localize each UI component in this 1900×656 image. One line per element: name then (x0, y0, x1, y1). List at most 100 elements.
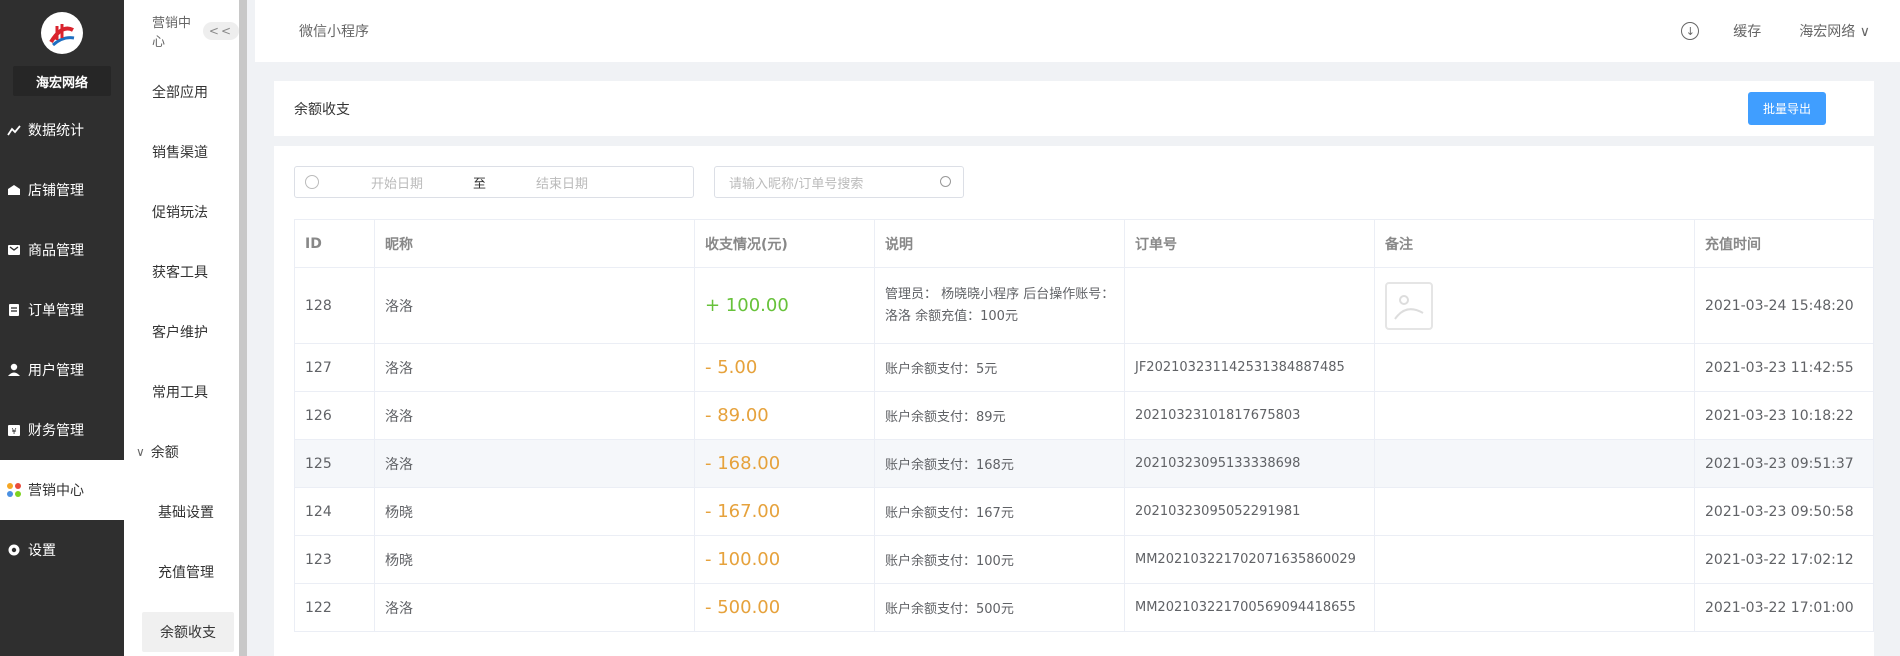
cell-amount: - 167.00 (694, 487, 875, 536)
date-separator: 至 (473, 176, 487, 192)
col-id: ID (294, 219, 375, 268)
cell-amount: + 100.00 (694, 267, 875, 344)
cell-id: 122 (294, 583, 375, 632)
goods-icon (6, 242, 22, 258)
search-placeholder: 请输入昵称/订单号搜索 (729, 176, 864, 192)
cell-id: 125 (294, 439, 375, 488)
nav-item-settings[interactable]: 设置 (0, 520, 124, 580)
nav-label: 订单管理 (28, 303, 84, 319)
nav-label: 设置 (28, 543, 56, 559)
cell-id: 124 (294, 487, 375, 536)
nav-label: 用户管理 (28, 363, 84, 379)
panel-title: 余额收支 (294, 101, 350, 118)
subbar-child-label: 充值管理 (158, 565, 214, 581)
subbar-child-label: 基础设置 (158, 505, 214, 521)
end-date-input[interactable]: 结束日期 (536, 173, 588, 192)
cell-amount: - 5.00 (694, 343, 875, 392)
search-input[interactable]: 请输入昵称/订单号搜索 (714, 166, 964, 198)
cell-amount: - 89.00 (694, 391, 875, 440)
amount-value: - 89.00 (705, 405, 769, 426)
nav-label: 数据统计 (28, 123, 84, 139)
nav-label: 财务管理 (28, 423, 84, 439)
cell-remark (1374, 343, 1695, 392)
cell-time: 2021-03-24 15:48:20 (1694, 267, 1874, 344)
main-sidebar: 海宏网络 数据统计 店铺管理 商品管理 订单管理 用户管理 ¥ 财务管理 营销中… (0, 0, 124, 656)
settings-icon (6, 542, 22, 558)
order-icon (6, 302, 22, 318)
subbar-item-promotion[interactable]: 促销玩法 (124, 182, 239, 242)
amount-value: - 167.00 (705, 501, 781, 522)
subbar-child-basic-settings[interactable]: 基础设置 (124, 482, 239, 542)
nav-label: 店铺管理 (28, 183, 84, 199)
cell-amount: - 168.00 (694, 439, 875, 488)
cell-order: MM20210322170207163586​0029 (1124, 535, 1375, 584)
cell-time: 2021-03-22 17:02:12 (1694, 535, 1874, 584)
subbar-item-acquisition[interactable]: 获客工具 (124, 242, 239, 302)
header-title[interactable]: 微信小程序 (299, 21, 369, 41)
cell-remark (1374, 535, 1695, 584)
cell-order: 20210323101817675803 (1124, 391, 1375, 440)
cell-order: JF20210323114253138488​7485 (1124, 343, 1375, 392)
nav-item-order[interactable]: 订单管理 (0, 280, 124, 340)
nav-item-user[interactable]: 用户管理 (0, 340, 124, 400)
finance-icon: ¥ (6, 422, 22, 438)
subbar-group-balance[interactable]: ∨ 余额 (124, 422, 239, 482)
subbar-child-recharge[interactable]: 充值管理 (124, 542, 239, 602)
image-placeholder-icon[interactable] (1385, 281, 1433, 330)
user-icon (6, 362, 22, 378)
table-row: 126 洛洛 - 89.00 账户余额支付：89元 20210323101817… (294, 391, 1874, 440)
cell-id: 126 (294, 391, 375, 440)
cell-remark (1374, 391, 1695, 440)
col-order: 订单号 (1124, 219, 1375, 268)
desc-text: 管理员： 杨晓晓小程序 后台操作账号：洛洛 余额充值：100元 (885, 286, 1115, 324)
subbar-item-customer-care[interactable]: 客户维护 (124, 302, 239, 362)
brand-logo[interactable] (41, 12, 83, 54)
cell-desc: 账户余额支付：100元 (874, 535, 1125, 584)
cell-desc: 管理员： 杨晓晓小程序 后台操作账号：洛洛 余额充值：100元 (874, 267, 1125, 344)
nav-item-marketing[interactable]: 营销中心 (0, 460, 124, 520)
collapse-button[interactable]: << (202, 22, 239, 40)
subbar-item-all-apps[interactable]: 全部应用 (124, 62, 239, 122)
table-row: 125 洛洛 - 168.00 账户余额支付：168元 202103230951… (294, 439, 1874, 488)
nav-item-finance[interactable]: ¥ 财务管理 (0, 400, 124, 460)
subbar-item-tools[interactable]: 常用工具 (124, 362, 239, 422)
subbar-title: 营销中心 (152, 16, 192, 50)
nav-item-shop[interactable]: 店铺管理 (0, 160, 124, 220)
cell-name: 洛洛 (374, 583, 695, 632)
search-icon[interactable] (940, 176, 951, 187)
table-row: 128 洛洛 + 100.00 管理员： 杨晓晓小程序 后台操作账号：洛洛 余额… (294, 267, 1874, 344)
cell-time: 2021-03-23 10:18:22 (1694, 391, 1874, 440)
svg-text:¥: ¥ (11, 427, 16, 436)
nav-item-stats[interactable]: 数据统计 (0, 100, 124, 160)
filter-bar: 开始日期 至 结束日期 请输入昵称/订单号搜索 (294, 166, 964, 198)
cell-order: 20210323095052291981 (1124, 487, 1375, 536)
user-name: 海宏网络 (1799, 24, 1856, 40)
table-row: 124 杨晓 - 167.00 账户余额支付：167元 202103230950… (294, 487, 1874, 536)
subbar-item-sales-channel[interactable]: 销售渠道 (124, 122, 239, 182)
cell-id: 127 (294, 343, 375, 392)
header-actions: ↓ 缓存 海宏网络 ∨ (1681, 21, 1870, 41)
cell-name: 杨晓 (374, 535, 695, 584)
cell-remark (1374, 267, 1695, 344)
amount-value: - 100.00 (705, 549, 781, 570)
chart-icon (6, 122, 22, 138)
nav-item-goods[interactable]: 商品管理 (0, 220, 124, 280)
subbar-child-balance-ledger[interactable]: 余额收支 (124, 602, 239, 656)
col-time: 充值时间 (1694, 219, 1874, 268)
cell-name: 洛洛 (374, 391, 695, 440)
nav-label: 营销中心 (28, 483, 84, 499)
start-date-input[interactable]: 开始日期 (371, 173, 423, 192)
cell-order: MM20210322170056909441​8655 (1124, 583, 1375, 632)
batch-export-button[interactable]: 批量导出 (1747, 92, 1826, 125)
date-range-picker[interactable]: 开始日期 至 结束日期 (294, 166, 694, 198)
user-menu[interactable]: 海宏网络 ∨ (1799, 21, 1870, 41)
chevron-down-icon: ∨ (1859, 24, 1870, 40)
secondary-sidebar: 营销中心 << 全部应用 销售渠道 促销玩法 获客工具 客户维护 常用工具 ∨ … (124, 0, 247, 656)
nav-label: 商品管理 (28, 243, 84, 259)
amount-value: + 100.00 (705, 295, 789, 316)
cache-button[interactable]: 缓存 (1733, 21, 1761, 41)
download-icon[interactable]: ↓ (1681, 22, 1700, 40)
chevron-down-icon: ∨ (136, 445, 145, 459)
subbar-group-label: 余额 (150, 445, 179, 461)
subbar-child-label: 余额收支 (142, 612, 234, 652)
